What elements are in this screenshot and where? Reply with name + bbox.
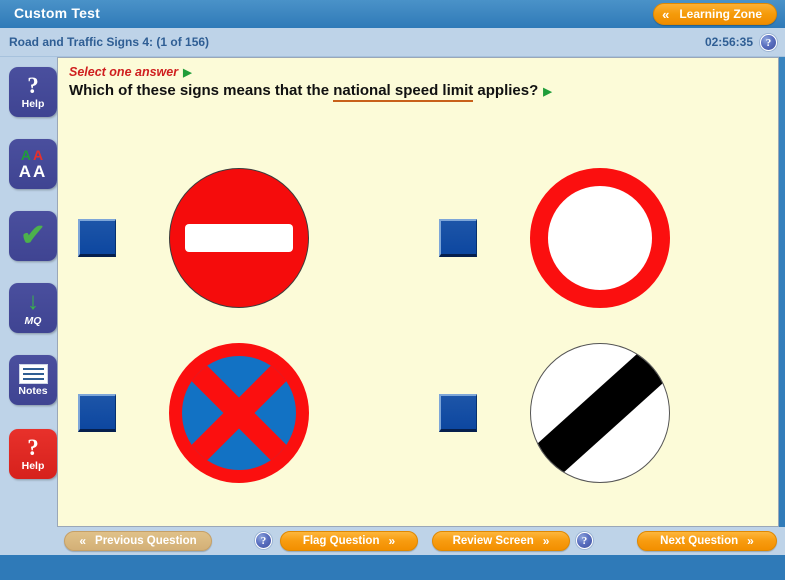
answer-checkbox-d[interactable] [439, 394, 477, 432]
review-help-icon[interactable]: ? [576, 532, 593, 549]
no-entry-bar [185, 224, 293, 252]
bottom-toolbar: « Previous Question ? Flag Question » Re… [0, 527, 785, 555]
answer-option-a[interactable] [78, 168, 309, 308]
answer-image-a[interactable] [169, 168, 309, 308]
review-screen-button[interactable]: Review Screen » [432, 531, 570, 551]
chevron-left-icon: « [79, 534, 87, 548]
text-size-aa-icon: AA AA [19, 148, 48, 180]
notepad-icon [18, 363, 48, 384]
next-question-button[interactable]: Next Question » [637, 531, 777, 551]
previous-question-label: Previous Question [95, 535, 197, 547]
question-text-highlight: national speed limit [333, 82, 474, 102]
aa-bottom-left: A [18, 162, 33, 181]
footer-strip [0, 555, 785, 580]
question-panel: Select one answer ▶ Which of these signs … [57, 57, 779, 527]
application-window: Custom Test « Learning Zone Road and Tra… [0, 0, 785, 580]
flag-question-button[interactable]: Flag Question » [280, 531, 418, 551]
sidebar-item-label: Notes [18, 384, 48, 397]
chevron-right-icon: » [388, 534, 396, 548]
aa-top-left: A [20, 147, 33, 163]
sidebar-item-confirm[interactable]: ✔ [9, 211, 57, 261]
answer-checkbox-b[interactable] [439, 219, 477, 257]
sidebar-item-help-top[interactable]: ? Help [9, 67, 57, 117]
question-mark-icon: ? [27, 73, 39, 99]
aa-top-right: A [33, 147, 46, 163]
flag-help-icon[interactable]: ? [255, 532, 272, 549]
chevron-right-icon: » [542, 534, 550, 548]
answer-option-d[interactable] [439, 343, 670, 483]
review-screen-label: Review Screen [452, 535, 534, 547]
sub-header-bar: Road and Traffic Signs 4: (1 of 156) 02:… [0, 28, 785, 57]
window-title: Custom Test [14, 5, 100, 21]
sidebar-item-text-size[interactable]: AA AA [9, 139, 57, 189]
question-text-after: applies? [473, 82, 539, 99]
instruction-text: Select one answer ▶ [69, 65, 192, 79]
answer-option-c[interactable] [78, 343, 309, 483]
no-vehicles-sign-icon [530, 168, 670, 308]
national-speed-limit-sign-icon [530, 343, 670, 483]
question-mark-icon: ? [27, 435, 39, 461]
green-down-arrow-icon: ↓ [27, 287, 39, 315]
answer-image-d[interactable] [530, 343, 670, 483]
learning-zone-button[interactable]: « Learning Zone [653, 3, 777, 25]
answer-image-b[interactable] [530, 168, 670, 308]
instruction-label: Select one answer [69, 65, 179, 79]
nsl-diagonal-stripe [531, 344, 669, 482]
answer-option-b[interactable] [439, 168, 670, 308]
chevron-right-icon: » [747, 534, 754, 548]
breadcrumb: Road and Traffic Signs 4: (1 of 156) [9, 35, 210, 49]
sidebar-item-mark-question[interactable]: ↓ MQ [9, 283, 57, 333]
title-bar: Custom Test « Learning Zone [0, 0, 785, 28]
previous-question-button[interactable]: « Previous Question [64, 531, 212, 551]
flag-question-label: Flag Question [302, 535, 380, 547]
learning-zone-label: Learning Zone [679, 7, 762, 21]
sidebar-item-label: Help [21, 460, 45, 473]
chevron-left-icon: « [662, 6, 670, 22]
answer-checkbox-c[interactable] [78, 394, 116, 432]
sidebar-item-notes[interactable]: Notes [9, 355, 57, 405]
sidebar-item-help-bottom[interactable]: ? Help [9, 429, 57, 479]
green-triangle-icon: ▶ [183, 67, 192, 79]
green-triangle-icon: ▶ [543, 86, 552, 98]
green-check-icon: ✔ [20, 219, 46, 252]
page-title: Which of these signs means that the nati… [69, 82, 552, 102]
next-question-label: Next Question [660, 535, 739, 547]
answer-checkbox-a[interactable] [78, 219, 116, 257]
answer-image-c[interactable] [169, 343, 309, 483]
header-help-icon[interactable]: ? [760, 34, 777, 51]
question-text-before: Which of these signs means that the [69, 82, 334, 99]
no-entry-sign-icon [169, 168, 309, 308]
sidebar-item-label: MQ [24, 314, 42, 327]
countdown-timer: 02:56:35 [704, 35, 753, 49]
aa-bottom-right: A [33, 162, 48, 181]
sidebar: ? Help AA AA ✔ ↓ MQ Notes ? Help [0, 57, 57, 527]
no-stopping-sign-icon [169, 343, 309, 483]
sidebar-item-label: Help [21, 98, 45, 111]
